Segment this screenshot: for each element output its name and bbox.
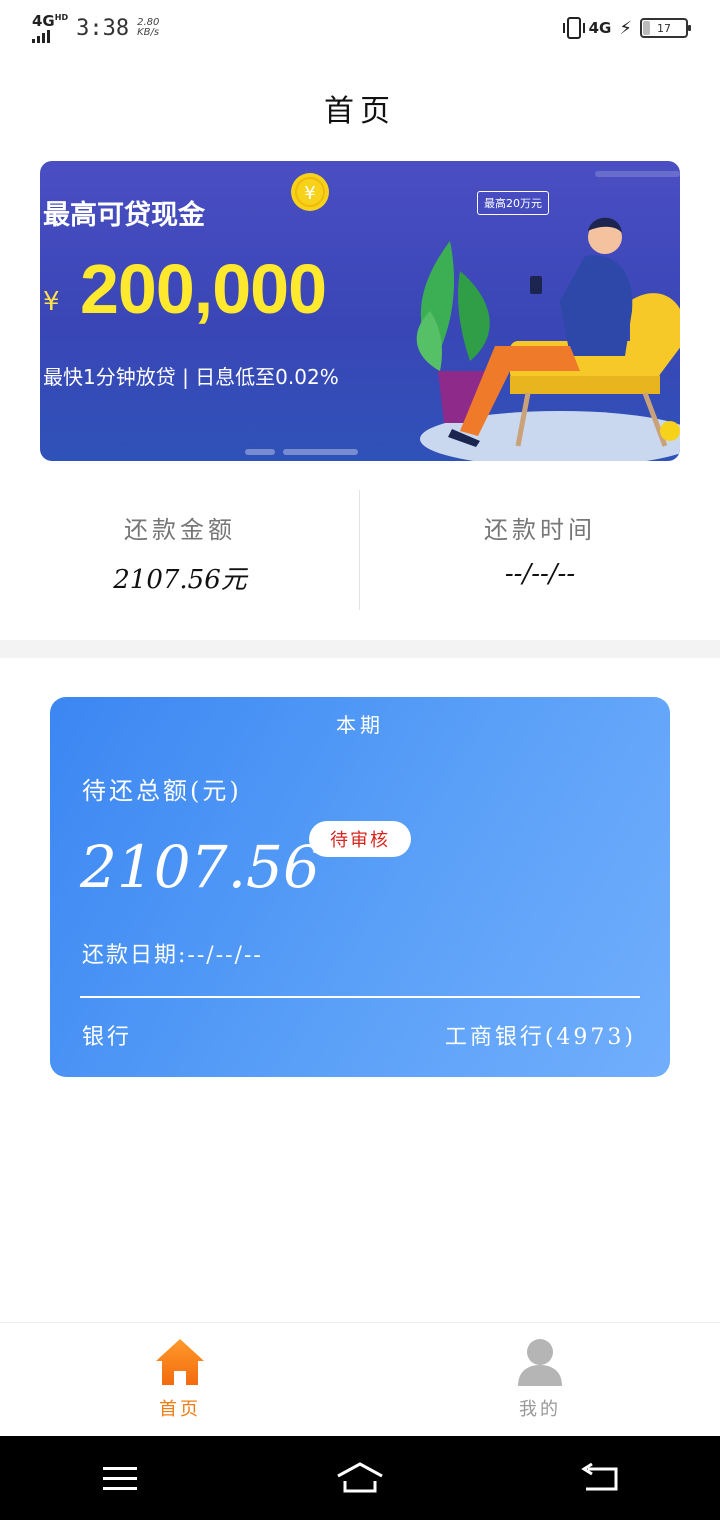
promo-banner[interactable]: ¥ 最高20万元 最高可贷现金 ¥ 200,000 最快1分钟放贷 | 日息低至… xyxy=(40,161,680,461)
network-type: 4G xyxy=(32,11,55,30)
summary-amount-value: 2107.56元 xyxy=(113,565,247,595)
banner-headline: 最高可贷现金 xyxy=(43,200,205,231)
charging-icon: ⚡ xyxy=(619,17,632,39)
back-button[interactable] xyxy=(570,1458,630,1498)
bank-value: 工商银行(4973) xyxy=(444,1025,636,1050)
summary-time: 还款时间 --/--/-- xyxy=(360,490,720,610)
pending-total-amount: 2107.56 xyxy=(80,833,320,901)
menu-button[interactable] xyxy=(90,1458,150,1498)
banner-pagination xyxy=(245,449,358,455)
page-title: 首页 xyxy=(324,94,396,129)
status-right: 4G ⚡ 17 xyxy=(562,17,691,39)
bank-label: 银行 xyxy=(82,1025,133,1050)
status-badge: 待审核 xyxy=(309,821,411,857)
tab-mine[interactable]: 我的 xyxy=(360,1323,720,1436)
nav-home-icon xyxy=(337,1462,383,1493)
summary-amount: 还款金额 2107.56元 xyxy=(0,490,360,610)
tab-home[interactable]: 首页 xyxy=(0,1323,360,1436)
back-icon xyxy=(581,1463,618,1491)
tab-home-label: 首页 xyxy=(159,1399,201,1420)
clock: 3:38 xyxy=(76,15,130,41)
pending-total-label: 待还总额(元) xyxy=(82,777,242,805)
card-title: 本期 xyxy=(336,713,384,737)
signal-icon xyxy=(32,29,68,43)
section-divider xyxy=(0,640,720,658)
repay-date: 还款日期:--/--/-- xyxy=(82,943,263,968)
coin-symbol: ¥ xyxy=(304,183,315,204)
home-icon xyxy=(156,1339,204,1385)
battery-icon: 17 xyxy=(640,18,691,38)
tab-mine-label: 我的 xyxy=(519,1399,561,1420)
banner-amount: 200,000 xyxy=(80,250,327,328)
banner-bubble: 最高20万元 xyxy=(477,191,549,215)
banner-tagline: 最快1分钟放贷 | 日息低至0.02% xyxy=(43,365,339,389)
repayment-summary: 还款金额 2107.56元 还款时间 --/--/-- xyxy=(0,490,720,610)
system-nav-bar xyxy=(0,1436,720,1520)
profile-icon xyxy=(518,1339,562,1386)
battery-text: 17 xyxy=(657,21,671,35)
summary-divider xyxy=(359,490,360,610)
system-home-button[interactable] xyxy=(330,1458,390,1498)
current-period-card[interactable]: 本期 待还总额(元) 2107.56 待审核 还款日期:--/--/-- 银行 … xyxy=(50,697,670,1077)
speed-unit: KB/s xyxy=(137,27,160,38)
banner-currency: ¥ xyxy=(43,287,60,317)
vibrate-icon xyxy=(562,17,585,39)
network-sup: HD xyxy=(54,12,69,22)
summary-amount-label: 还款金额 xyxy=(124,516,236,544)
network-indicator: 4GHD xyxy=(32,11,69,43)
network-type-right: 4G xyxy=(588,18,612,37)
bottom-tab-bar: 首页 我的 xyxy=(0,1322,720,1436)
card-divider xyxy=(80,996,640,998)
status-bar: 4GHD 3:38 2.80 KB/s 4G ⚡ 17 xyxy=(0,0,720,56)
summary-time-value: --/--/-- xyxy=(504,559,576,589)
status-left: 4GHD 3:38 2.80 KB/s xyxy=(32,11,159,43)
menu-icon xyxy=(103,1467,137,1490)
summary-time-label: 还款时间 xyxy=(484,516,596,544)
network-speed: 2.80 KB/s xyxy=(137,18,159,38)
